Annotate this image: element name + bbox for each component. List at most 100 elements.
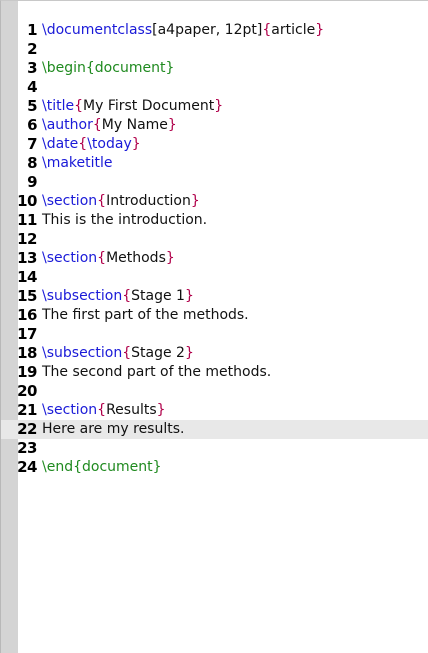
code-line[interactable]: 1 \documentclass[a4paper, 12pt]{article} — [1, 21, 428, 40]
code-line[interactable]: 20 — [1, 382, 428, 401]
code-token-argname: Stage 2 — [131, 345, 185, 361]
line-code: \section{Results} — [42, 401, 166, 420]
code-token-brace: } — [315, 22, 325, 38]
code-line[interactable]: 3 \begin{document} — [1, 59, 428, 78]
code-line[interactable]: 7 \date{\today} — [1, 135, 428, 154]
code-token-cmd: \section — [42, 250, 98, 266]
line-code: The first part of the methods. — [42, 306, 249, 325]
code-line[interactable]: 8 \maketitle — [1, 154, 428, 173]
code-token-cmd: \section — [42, 193, 98, 209]
code-line[interactable]: 23 — [1, 439, 428, 458]
code-line[interactable]: 6 \author{My Name} — [1, 116, 428, 135]
code-token-brace: { — [78, 136, 88, 152]
line-number: 22 — [17, 420, 37, 438]
code-token-cmd: \author — [42, 117, 93, 133]
line-number: 23 — [17, 439, 37, 457]
code-line[interactable]: 16 The first part of the methods. — [1, 306, 428, 325]
line-number: 2 — [27, 40, 37, 58]
code-token-argname: article — [271, 22, 316, 38]
code-line[interactable]: 22 Here are my results. — [1, 420, 428, 439]
code-token-brace: { — [92, 117, 102, 133]
code-token-brace: { — [97, 250, 107, 266]
line-number: 21 — [17, 401, 37, 419]
line-number: 13 — [17, 249, 37, 267]
line-code: This is the introduction. — [42, 211, 207, 230]
code-token-brace: { — [122, 288, 132, 304]
line-code: \subsection{Stage 2} — [42, 344, 194, 363]
code-token-brace: } — [184, 345, 194, 361]
code-token-env: document — [94, 60, 166, 76]
line-code: Here are my results. — [42, 420, 184, 439]
code-line[interactable]: 14 — [1, 268, 428, 287]
line-code: \title{My First Document} — [42, 97, 223, 116]
code-token-env: \end — [42, 459, 74, 475]
code-token-plain: This is the introduction. — [42, 212, 208, 228]
code-token-brace: } — [214, 98, 224, 114]
code-line[interactable]: 11 This is the introduction. — [1, 211, 428, 230]
line-number: 4 — [27, 78, 37, 96]
code-token-argname: Methods — [106, 250, 166, 266]
code-token-brace: { — [97, 193, 107, 209]
code-editor[interactable]: 1 \documentclass[a4paper, 12pt]{article} 2… — [0, 0, 428, 653]
line-number: 19 — [17, 363, 37, 381]
line-number: 20 — [17, 382, 37, 400]
code-token-brace: } — [156, 402, 166, 418]
code-line[interactable]: 13 \section{Methods} — [1, 249, 428, 268]
code-line[interactable]: 4 — [1, 78, 428, 97]
code-line[interactable]: 18 \subsection{Stage 2} — [1, 344, 428, 363]
code-token-brace: { — [122, 345, 132, 361]
line-code: \date{\today} — [42, 135, 141, 154]
code-token-plain: The second part of the methods. — [42, 364, 272, 380]
code-line[interactable]: 24 \end{document} — [1, 458, 428, 477]
code-token-argname: My Name — [101, 117, 168, 133]
line-number: 9 — [27, 173, 37, 191]
code-line[interactable]: 2 — [1, 40, 428, 59]
line-number: 7 — [27, 135, 37, 153]
line-code: \section{Introduction} — [42, 192, 200, 211]
code-token-brace: } — [167, 117, 177, 133]
code-token-cmd: \title — [42, 98, 75, 114]
code-line[interactable]: 15 \subsection{Stage 1} — [1, 287, 428, 306]
code-line[interactable]: 21 \section{Results} — [1, 401, 428, 420]
line-code: \subsection{Stage 1} — [42, 287, 194, 306]
code-token-argname: a4paper, 12pt — [157, 22, 257, 38]
code-token-cmd: \section — [42, 402, 98, 418]
code-token-brace: } — [190, 193, 200, 209]
line-number: 10 — [17, 192, 37, 210]
code-token-cmd: \date — [42, 136, 79, 152]
code-line[interactable]: 17 — [1, 325, 428, 344]
line-code: \begin{document} — [42, 59, 174, 78]
code-line[interactable]: 19 The second part of the methods. — [1, 363, 428, 382]
code-token-env: { — [73, 459, 83, 475]
code-token-env: document — [82, 459, 153, 475]
line-code: \end{document} — [42, 458, 162, 477]
line-code: \author{My Name} — [42, 116, 177, 135]
line-code: \maketitle — [42, 154, 113, 173]
code-token-brace: { — [74, 98, 84, 114]
code-token-argname: Results — [106, 402, 157, 418]
line-code: \documentclass[a4paper, 12pt]{article} — [42, 21, 324, 40]
code-token-plain: Here are my results. — [42, 421, 185, 437]
code-token-brace: { — [262, 22, 272, 38]
line-code: \section{Methods} — [42, 249, 175, 268]
code-line[interactable]: 12 — [1, 230, 428, 249]
code-token-env: { — [85, 60, 95, 76]
code-token-brace: { — [97, 402, 107, 418]
line-number: 18 — [17, 344, 37, 362]
line-number: 6 — [27, 116, 37, 134]
code-line[interactable]: 10 \section{Introduction} — [1, 192, 428, 211]
line-number: 3 — [27, 59, 37, 77]
line-number: 11 — [17, 211, 37, 229]
code-token-cmd: \subsection — [42, 288, 123, 304]
line-number: 12 — [17, 230, 37, 248]
line-number: 15 — [17, 287, 37, 305]
line-code: The second part of the methods. — [42, 363, 271, 382]
code-line[interactable]: 5 \title{My First Document} — [1, 97, 428, 116]
code-token-brace: } — [131, 136, 141, 152]
code-token-cmd: \today — [87, 136, 132, 152]
code-token-cmd: \subsection — [42, 345, 123, 361]
line-number: 5 — [27, 97, 37, 115]
code-token-env: \begin — [42, 60, 86, 76]
line-number: 8 — [27, 154, 37, 172]
code-line[interactable]: 9 — [1, 173, 428, 192]
